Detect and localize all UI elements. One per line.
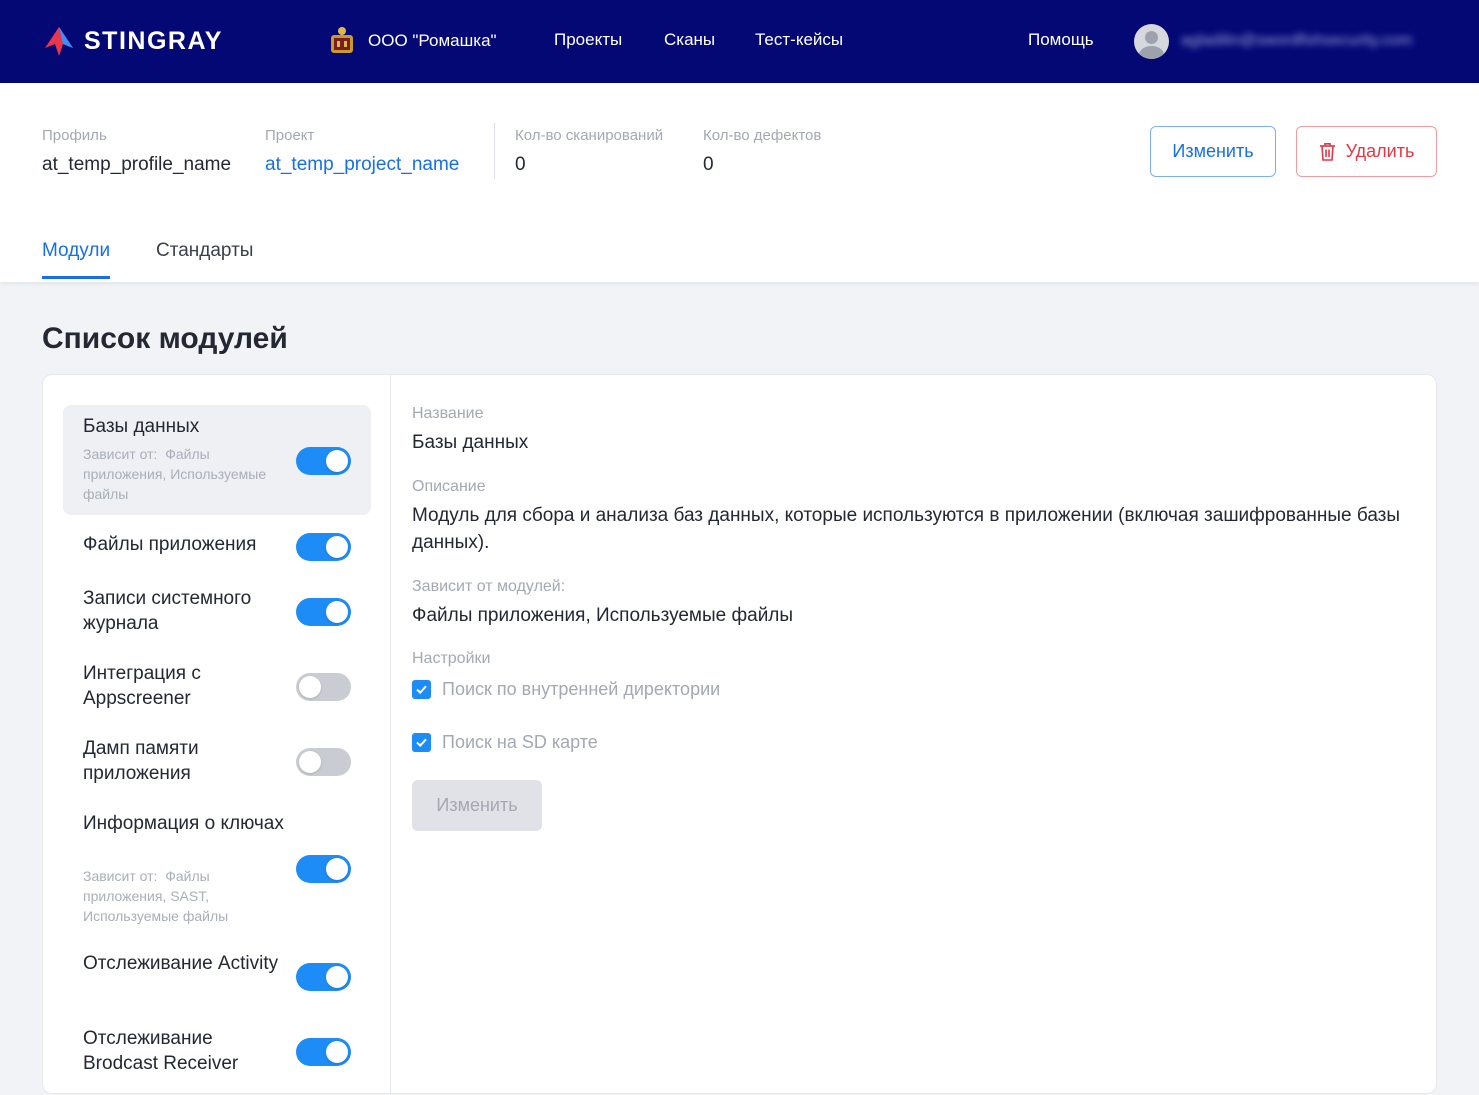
module-toggle[interactable] — [296, 673, 351, 701]
check-icon — [416, 738, 427, 747]
module-dependencies: Зависит от: Файлы приложения, Используем… — [83, 444, 293, 504]
user-menu[interactable]: agladilin@swordfishsecurity.com — [1134, 23, 1412, 59]
module-item-broadcast-receiver[interactable]: Отслеживание Brodcast Receiver — [63, 1026, 371, 1080]
nav-link-scans[interactable]: Сканы — [664, 30, 715, 50]
organization-selector[interactable]: ООО "Ромашка" — [328, 24, 497, 58]
brand-logo[interactable]: STINGRAY — [42, 23, 223, 59]
checkbox[interactable] — [412, 679, 431, 699]
setting-label: Поиск по внутренней директории — [442, 678, 721, 699]
module-name: Отслеживание Activity — [83, 953, 279, 974]
user-email: agladilin@swordfishsecurity.com — [1181, 32, 1413, 49]
profile-meta: Профиль at_temp_profile_name — [42, 127, 231, 176]
scans-count-value: 0 — [515, 154, 526, 175]
details-depends: Файлы приложения, Используемые файлы — [412, 605, 794, 626]
delete-profile-button[interactable]: Удалить — [1296, 126, 1437, 177]
nav-link-help[interactable]: Помощь — [1028, 30, 1094, 50]
stingray-logo-icon — [45, 27, 73, 56]
trash-icon — [1319, 143, 1335, 161]
tab-modules[interactable]: Модули — [42, 240, 111, 279]
modules-list: Базы данных Зависит от: Файлы приложения… — [43, 375, 391, 1095]
module-name: Записи системного журнала — [83, 588, 252, 634]
save-settings-button[interactable]: Изменить — [412, 780, 542, 831]
nav-link-projects[interactable]: Проекты — [554, 30, 622, 50]
module-toggle[interactable] — [296, 855, 351, 883]
module-toggle[interactable] — [296, 748, 351, 776]
module-toggle[interactable] — [296, 963, 351, 991]
modules-card: Базы данных Зависит от: Файлы приложения… — [42, 374, 1437, 1095]
module-toggle[interactable] — [296, 447, 351, 475]
module-depends-label: Зависит от: — [83, 868, 158, 884]
module-item-activity-tracking[interactable]: Отслеживание Activity — [63, 951, 371, 1005]
details-description-label: Описание — [412, 478, 486, 495]
setting-sd-card[interactable]: Поиск на SD карте — [412, 732, 598, 752]
check-icon — [416, 685, 427, 694]
module-item-appscreener[interactable]: Интеграция с Appscreener — [63, 661, 371, 715]
module-item-databases[interactable]: Базы данных Зависит от: Файлы приложения… — [63, 405, 371, 515]
project-label: Проект — [265, 127, 315, 144]
module-name: Базы данных — [83, 416, 200, 437]
avatar — [1134, 23, 1169, 59]
checkbox[interactable] — [412, 732, 431, 752]
module-name: Интеграция с Appscreener — [83, 663, 201, 709]
nav-link-test-cases[interactable]: Тест-кейсы — [755, 30, 843, 50]
divider — [494, 123, 495, 179]
module-name: Отслеживание Brodcast Receiver — [83, 1028, 239, 1074]
details-depends-label: Зависит от модулей: — [412, 578, 566, 595]
scans-count-label: Кол-во сканирований — [515, 127, 664, 144]
page-title: Список модулей — [42, 322, 288, 355]
defects-count-label: Кол-во дефектов — [703, 127, 822, 144]
details-settings-label: Настройки — [412, 650, 491, 667]
module-name: Дамп памяти приложения — [83, 738, 199, 784]
module-toggle[interactable] — [296, 598, 351, 626]
module-name: Файлы приложения — [83, 534, 257, 555]
module-item-system-log[interactable]: Записи системного журнала — [63, 586, 371, 640]
module-depends-label: Зависит от: — [83, 446, 158, 462]
module-dependencies: Зависит от: Файлы приложения, SAST, Испо… — [83, 866, 293, 926]
details-name: Базы данных — [412, 432, 529, 453]
top-navbar: STINGRAY ООО "Ромашка" Проекты Сканы Тес… — [0, 0, 1479, 83]
defects-count-value: 0 — [703, 154, 714, 175]
organization-name: ООО "Ромашка" — [368, 31, 497, 50]
edit-profile-button[interactable]: Изменить — [1150, 126, 1276, 177]
module-toggle[interactable] — [296, 1038, 351, 1066]
module-item-key-info[interactable]: Информация о ключах Зависит от: Файлы пр… — [63, 811, 371, 929]
module-name: Информация о ключах — [83, 813, 284, 834]
details-name-label: Название — [412, 405, 484, 422]
delete-label: Удалить — [1345, 141, 1415, 161]
scans-count-meta: Кол-во сканирований 0 — [515, 127, 663, 176]
tab-standards[interactable]: Стандарты — [156, 240, 253, 262]
details-description: Модуль для сбора и анализа баз данных, к… — [412, 505, 1401, 553]
project-meta: Проект at_temp_project_name — [265, 127, 459, 176]
profile-header: Профиль at_temp_profile_name Проект at_t… — [0, 83, 1479, 282]
setting-label: Поиск на SD карте — [442, 731, 598, 752]
brand-name: STINGRAY — [84, 26, 223, 55]
project-link[interactable]: at_temp_project_name — [265, 154, 459, 176]
profile-label: Профиль — [42, 127, 107, 144]
module-item-memory-dump[interactable]: Дамп памяти приложения — [63, 736, 371, 790]
profile-value: at_temp_profile_name — [42, 154, 232, 175]
organization-emblem-icon — [331, 27, 353, 53]
module-item-app-files[interactable]: Файлы приложения — [63, 529, 371, 565]
defects-count-meta: Кол-во дефектов 0 — [703, 127, 821, 176]
module-toggle[interactable] — [296, 533, 351, 561]
setting-internal-dir[interactable]: Поиск по внутренней директории — [412, 679, 720, 699]
